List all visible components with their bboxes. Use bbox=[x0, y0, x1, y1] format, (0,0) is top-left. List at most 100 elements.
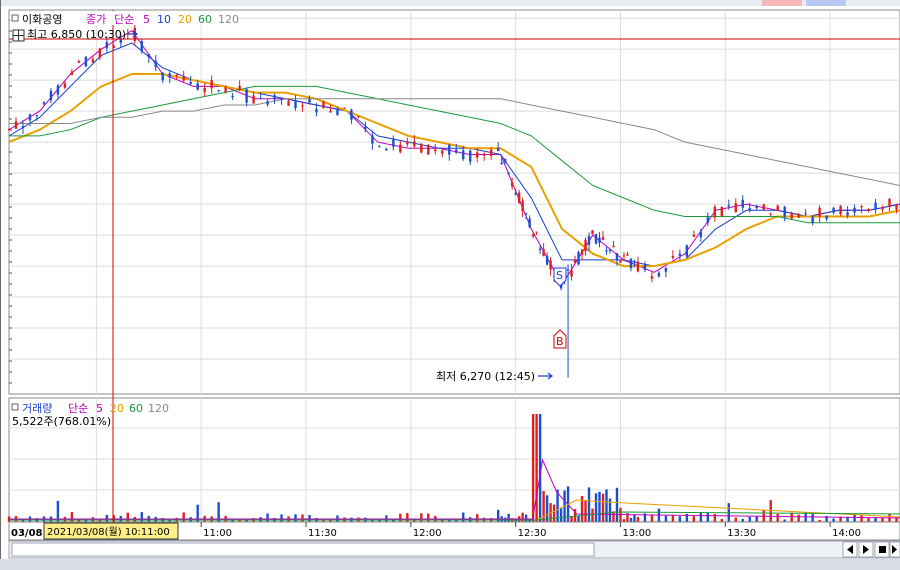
volume-bar bbox=[650, 514, 654, 522]
candle-body bbox=[507, 173, 510, 175]
candle-body bbox=[315, 108, 318, 113]
vol-ma-5-label: 5 bbox=[96, 402, 103, 415]
volume-bar bbox=[476, 514, 479, 522]
volume-bar bbox=[811, 513, 814, 522]
candle-body bbox=[329, 110, 332, 113]
candle-body bbox=[500, 162, 503, 165]
stop-button[interactable] bbox=[874, 541, 890, 558]
candle-body bbox=[524, 213, 528, 215]
volume-bar bbox=[427, 513, 430, 522]
candle-body bbox=[259, 98, 262, 100]
candle-body bbox=[549, 260, 552, 270]
vol-ma-20-label: 20 bbox=[110, 402, 124, 415]
candle-body bbox=[727, 205, 730, 207]
x-tick-label: 12:30 bbox=[518, 528, 547, 539]
volume-bar bbox=[671, 514, 675, 522]
volume-bar bbox=[140, 512, 143, 522]
candle-body bbox=[622, 255, 626, 257]
candle-body bbox=[881, 207, 884, 210]
candle-body bbox=[853, 207, 856, 213]
candle-body bbox=[531, 234, 535, 237]
candle-body bbox=[91, 59, 95, 63]
candle-body bbox=[657, 272, 661, 277]
candle-body bbox=[14, 121, 18, 129]
candle-body bbox=[664, 267, 668, 272]
volume-bar bbox=[776, 513, 779, 522]
volume-bar bbox=[591, 508, 594, 522]
volume-bar bbox=[797, 514, 800, 522]
candle-body bbox=[643, 264, 647, 270]
candle-body bbox=[203, 87, 206, 92]
candle-body bbox=[371, 135, 374, 144]
volume-bar bbox=[832, 518, 835, 522]
candle-body bbox=[42, 102, 46, 104]
volume-bar bbox=[531, 414, 535, 522]
candle-body bbox=[895, 204, 898, 210]
candle-body bbox=[168, 73, 171, 78]
candle-body bbox=[535, 231, 538, 233]
cursor-time-label: 2021/03/08(월) 10:11:00 bbox=[47, 526, 170, 538]
candle-body bbox=[273, 95, 276, 100]
candle-body bbox=[140, 41, 143, 52]
volume-bar bbox=[105, 514, 109, 522]
candle-body bbox=[573, 259, 577, 263]
volume-bar bbox=[535, 414, 538, 522]
candle-body bbox=[385, 148, 388, 151]
candle-body bbox=[720, 206, 723, 216]
candle-body bbox=[685, 245, 689, 257]
scroll-left-button[interactable] bbox=[842, 541, 858, 558]
candle-body bbox=[636, 261, 640, 272]
volume-bar bbox=[699, 512, 703, 522]
candle-body bbox=[510, 181, 514, 187]
x-tick-label: 14:00 bbox=[832, 528, 861, 539]
volume-bar bbox=[636, 516, 640, 522]
candle-body bbox=[448, 144, 451, 155]
candle-body bbox=[427, 144, 430, 155]
candle-body bbox=[783, 206, 786, 217]
candle-body bbox=[350, 109, 353, 120]
volume-bar bbox=[577, 515, 580, 522]
scroll-right-button[interactable] bbox=[858, 541, 874, 558]
buy-button[interactable] bbox=[762, 0, 802, 6]
candle-body bbox=[713, 206, 717, 218]
candle-body bbox=[196, 83, 199, 90]
volume-bar bbox=[598, 491, 601, 522]
candle-body bbox=[678, 253, 682, 256]
candle-body bbox=[762, 204, 765, 210]
volume-bar bbox=[633, 514, 636, 522]
candle-body bbox=[514, 192, 517, 195]
high-annotation: 최고 6,850 (10:30) bbox=[27, 28, 126, 41]
candle-body bbox=[748, 208, 751, 210]
volume-bar bbox=[748, 516, 751, 522]
volume-panel bbox=[8, 397, 900, 523]
candle-body bbox=[612, 245, 615, 248]
volume-bar bbox=[308, 514, 311, 522]
x-tick-label: 12:00 bbox=[413, 528, 442, 539]
volume-bar bbox=[182, 512, 185, 522]
candle-body bbox=[322, 101, 325, 108]
volume-bar bbox=[615, 487, 619, 522]
end-button[interactable] bbox=[889, 541, 900, 558]
volume-bar bbox=[266, 513, 269, 522]
volume-bar bbox=[406, 513, 409, 522]
volume-bar bbox=[294, 514, 297, 522]
buy-marker-text: B bbox=[556, 335, 564, 348]
candle-body bbox=[476, 152, 479, 158]
candle-body bbox=[846, 212, 849, 216]
candle-body bbox=[776, 205, 779, 211]
stock-chart[interactable]: 이화공영 종가 단순 5 10 20 60 120 최고 6,850 (10:3… bbox=[0, 0, 900, 570]
volume-bar bbox=[545, 495, 549, 522]
candle-body bbox=[56, 85, 60, 95]
sell-button[interactable] bbox=[806, 0, 846, 6]
candle-body bbox=[804, 213, 807, 215]
volume-title: 거래량 bbox=[22, 402, 52, 415]
sell-marker-text: S bbox=[556, 269, 563, 282]
candle-body bbox=[591, 230, 594, 235]
candle-body bbox=[105, 42, 109, 49]
candle-body bbox=[301, 105, 304, 107]
candle-body bbox=[608, 249, 612, 251]
candle-body bbox=[650, 276, 654, 279]
scrollbar-thumb[interactable] bbox=[11, 542, 595, 557]
ma-10-label: 10 bbox=[157, 13, 171, 26]
candle-body bbox=[542, 249, 545, 256]
